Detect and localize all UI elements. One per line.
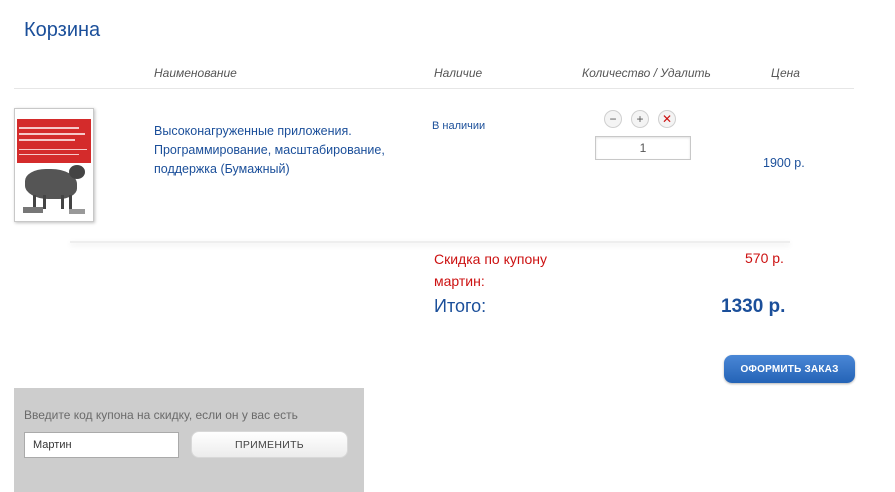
apply-coupon-button[interactable]: ПРИМЕНИТЬ xyxy=(191,431,348,458)
row-divider xyxy=(70,241,790,243)
cover-red-band xyxy=(17,119,91,163)
cart-item-row: Высоконагруженные приложения. Программир… xyxy=(14,90,854,240)
coupon-hint: Введите код купона на скидку, если он у … xyxy=(24,408,298,422)
header-price: Цена xyxy=(771,66,800,80)
plus-circle-icon[interactable]: + xyxy=(631,110,649,128)
total-value: 1330 р. xyxy=(721,296,786,317)
header-quantity-remove: Количество / Удалить xyxy=(582,66,711,80)
cover-title-line xyxy=(19,127,79,129)
page-title: Корзина xyxy=(24,19,101,42)
author-name-mark xyxy=(69,209,85,214)
cart-table-header: Наименование Наличие Количество / Удалит… xyxy=(14,58,854,89)
total-label: Итого: xyxy=(434,296,487,316)
discount-value: 570 р. xyxy=(745,250,784,266)
boar-leg xyxy=(61,195,64,209)
boar-head xyxy=(69,165,85,179)
product-name-link[interactable]: Высоконагруженные приложения. Программир… xyxy=(154,122,404,179)
quantity-input[interactable] xyxy=(595,136,691,160)
minus-circle-icon[interactable]: − xyxy=(604,110,622,128)
header-availability: Наличие xyxy=(434,66,483,80)
checkout-button[interactable]: ОФОРМИТЬ ЗАКАЗ xyxy=(724,355,855,383)
cover-title-line xyxy=(19,133,85,135)
book-cover-image[interactable] xyxy=(14,108,94,222)
item-price: 1900 р. xyxy=(763,156,805,170)
cover-subtitle-line xyxy=(19,149,87,150)
header-name: Наименование xyxy=(154,66,237,80)
coupon-panel: Введите код купона на скидку, если он у … xyxy=(14,388,364,492)
boar-leg xyxy=(43,195,46,209)
coupon-code-input[interactable] xyxy=(24,432,179,458)
boar-leg xyxy=(69,195,72,209)
discount-label: Скидка по купону мартин: xyxy=(434,251,547,289)
publisher-logo xyxy=(23,207,43,213)
close-icon[interactable]: ✕ xyxy=(658,110,676,128)
cover-title-line xyxy=(19,139,75,141)
cover-subtitle-line xyxy=(19,154,79,155)
availability-status: В наличии xyxy=(432,120,486,132)
